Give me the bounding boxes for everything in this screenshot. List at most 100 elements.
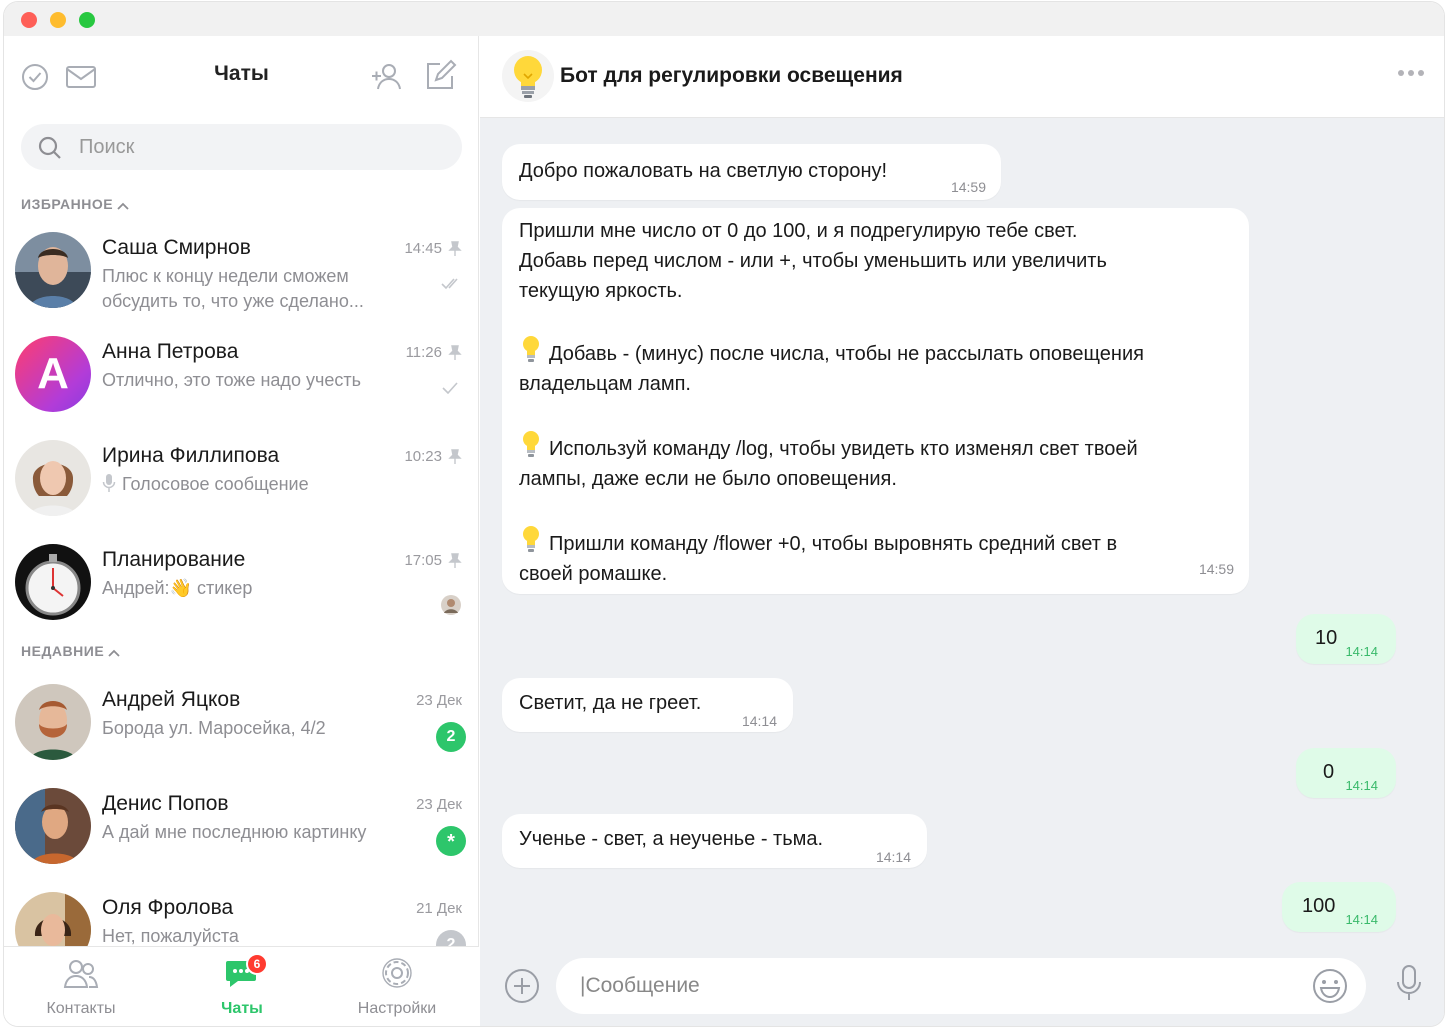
contacts-icon	[63, 960, 99, 988]
emoji-icon[interactable]	[1312, 968, 1348, 1004]
chat-item[interactable]: Саша Смирнов Плюс к концу недели сможем …	[4, 232, 479, 336]
outgoing-message[interactable]: 100 14:14	[1282, 882, 1396, 932]
waving-hand-icon: 👋	[169, 578, 192, 598]
message-time: 14:14	[741, 713, 777, 729]
outgoing-message[interactable]: 0 14:14	[1296, 748, 1396, 798]
favorites-section-header[interactable]: ИЗБРАННОЕ	[21, 196, 129, 212]
avatar	[15, 684, 91, 760]
avatar	[15, 892, 91, 948]
chat-item[interactable]: Планирование Андрей:👋 стикер 17:05	[4, 544, 479, 648]
tab-chats[interactable]: 6 Чаты	[167, 953, 317, 1018]
pin-icon	[448, 552, 462, 568]
message-input[interactable]	[580, 958, 1280, 1014]
chat-item[interactable]: Андрей Яцков Борода ул. Маросейка, 4/2 2…	[4, 684, 479, 788]
chat-preview: Борода ул. Маросейка, 4/2	[102, 718, 326, 738]
chat-item[interactable]: Ирина Филлипова Голосовое сообщение 10:2…	[4, 440, 479, 544]
chat-time-text: 14:45	[404, 240, 442, 257]
tab-contacts[interactable]: Контакты	[6, 957, 156, 1018]
microphone-icon	[102, 474, 116, 492]
add-contact-icon[interactable]	[368, 58, 404, 94]
gear-icon	[382, 958, 412, 988]
chat-preview: Андрей:👋 стикер	[102, 576, 392, 601]
favorites-label: ИЗБРАННОЕ	[21, 196, 114, 212]
chat-name: Планирование	[102, 548, 246, 571]
chat-time: 23 Дек	[416, 796, 462, 813]
avatar	[15, 232, 91, 308]
read-check-icon	[441, 278, 458, 290]
message-line: Пришли мне число от 0 до 100, и я подрег…	[519, 220, 1078, 242]
avatar	[15, 440, 91, 516]
conversation-header: Бот для регулировки освещения	[480, 36, 1444, 118]
chat-item[interactable]: Денис Попов А дай мне последнюю картинку…	[4, 788, 479, 892]
tab-label: Чаты	[221, 1000, 263, 1017]
message-line-text: Используй команду /log, чтобы увидеть кт…	[549, 438, 1138, 460]
chat-name: Оля Фролова	[102, 896, 234, 919]
recent-label: НЕДАВНИЕ	[21, 643, 105, 659]
message-time: 14:14	[1345, 912, 1378, 927]
message-line: Добавь - (минус) после числа, чтобы не р…	[519, 334, 1232, 369]
maximize-window-button[interactable]	[79, 12, 95, 28]
chat-preview-sender: Андрей:	[102, 578, 170, 598]
chat-name: Ирина Филлипова	[102, 444, 280, 467]
message-line: текущую яркость.	[519, 280, 683, 302]
chat-name: Андрей Яцков	[102, 688, 241, 711]
conversation-title: Бот для регулировки освещения	[560, 64, 903, 87]
message-line-text: Добавь - (минус) после числа, чтобы не р…	[549, 343, 1144, 365]
chevron-up-icon	[108, 649, 120, 657]
light-bulb-icon	[523, 336, 539, 362]
avatar-initial: А	[37, 349, 69, 398]
search-bar[interactable]	[21, 124, 462, 170]
light-bulb-icon	[523, 431, 539, 457]
compose-icon[interactable]	[422, 58, 458, 94]
message-input-box[interactable]	[556, 958, 1366, 1014]
close-window-button[interactable]	[21, 12, 37, 28]
message-text: 100	[1302, 895, 1336, 917]
incoming-message[interactable]: Пришли мне число от 0 до 100, и я подрег…	[502, 208, 1249, 594]
message-text: 0	[1323, 761, 1335, 783]
sender-mini-avatar	[441, 595, 461, 615]
chat-name: Анна Петрова	[102, 340, 239, 363]
more-options-icon[interactable]	[1398, 70, 1424, 76]
chat-item[interactable]: А Анна Петрова Отлично, это тоже надо уч…	[4, 336, 479, 440]
bot-avatar[interactable]	[502, 50, 554, 102]
chat-preview: Нет, пожалуйста	[102, 926, 239, 946]
pin-icon	[448, 240, 462, 256]
message-line: своей ромашке.	[519, 563, 668, 585]
chat-time: 21 Дек	[416, 900, 462, 917]
search-icon	[38, 136, 61, 159]
message-time: 14:14	[1345, 644, 1378, 659]
read-check-icon	[442, 382, 458, 394]
unread-badge: 2	[436, 722, 466, 752]
chat-time-text: 17:05	[404, 552, 442, 569]
light-bulb-icon	[514, 56, 542, 98]
chat-time: 14:45	[404, 240, 462, 257]
message-time: 14:14	[1345, 778, 1378, 793]
message-text: 10	[1315, 627, 1338, 649]
avatar: А	[15, 336, 91, 412]
chat-time: 23 Дек	[416, 692, 462, 709]
message-time: 14:14	[875, 849, 911, 865]
attach-plus-icon[interactable]	[504, 968, 540, 1004]
search-input[interactable]	[79, 124, 439, 170]
pin-icon	[448, 344, 462, 360]
sidebar-title: Чаты	[214, 62, 269, 85]
message-text: Добро пожаловать на светлую сторону!	[519, 160, 888, 182]
recent-section-header[interactable]: НЕДАВНИЕ	[21, 643, 120, 659]
outgoing-message[interactable]: 10 14:14	[1296, 614, 1396, 664]
incoming-message[interactable]: Ученье - свет, а неученье - тьма. 14:14	[502, 814, 927, 868]
message-line: лампы, даже если не было оповещения.	[519, 468, 897, 490]
chat-preview: Голосовое сообщение	[102, 472, 392, 497]
incoming-message[interactable]: Добро пожаловать на светлую сторону! 14:…	[502, 144, 1001, 200]
chat-preview: Отлично, это тоже надо учесть	[102, 370, 361, 390]
chat-name: Саша Смирнов	[102, 236, 251, 259]
tab-settings[interactable]: Настройки	[322, 957, 472, 1018]
message-composer	[480, 942, 1444, 1026]
microphone-icon[interactable]	[1396, 964, 1422, 1002]
chat-list-sidebar: Чаты ИЗБРАННОЕ Саша Смирнов Плюс к концу…	[4, 36, 479, 1026]
app-window: Чаты ИЗБРАННОЕ Саша Смирнов Плюс к концу…	[4, 2, 1444, 1026]
minimize-window-button[interactable]	[50, 12, 66, 28]
chat-preview: А дай мне последнюю картинку	[102, 822, 367, 842]
chat-item[interactable]: Оля Фролова Нет, пожалуйста 21 Дек 2	[4, 892, 479, 948]
chat-time: 17:05	[404, 552, 462, 569]
incoming-message[interactable]: Светит, да не греет. 14:14	[502, 678, 793, 732]
